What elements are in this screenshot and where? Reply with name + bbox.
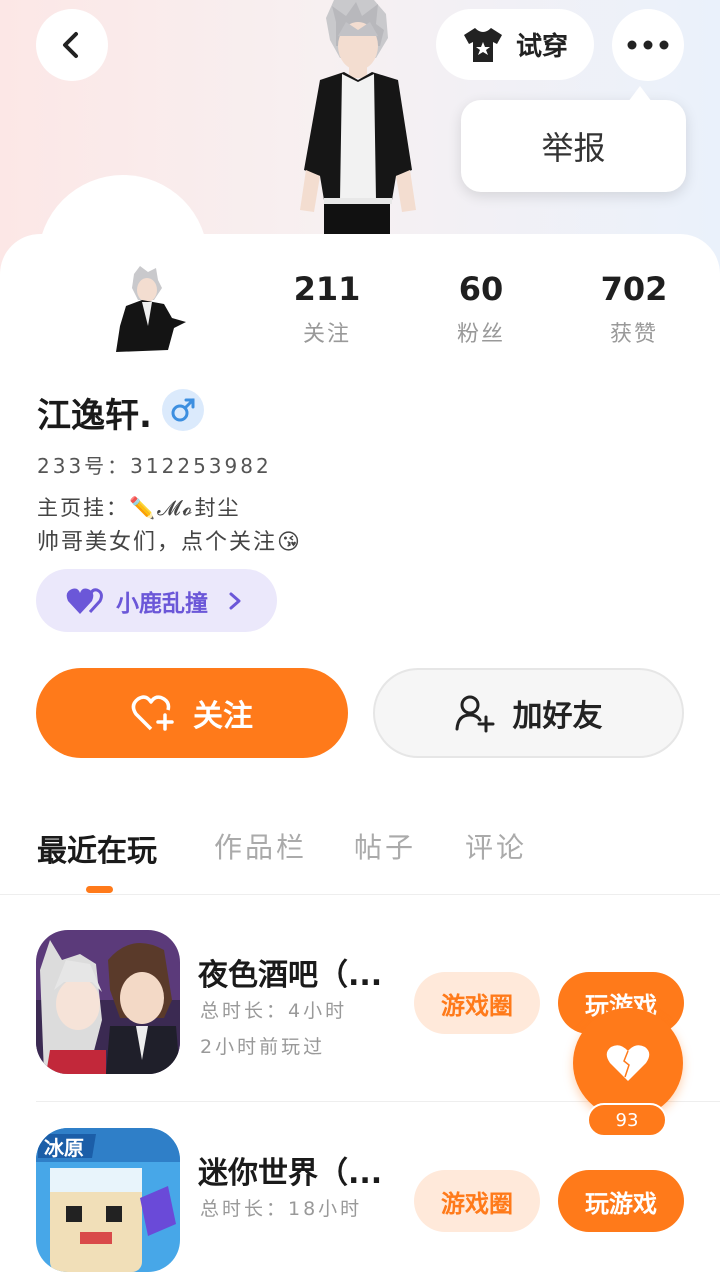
chevron-right-icon: [229, 592, 241, 609]
game-circle-button[interactable]: 游戏圈: [414, 1170, 540, 1232]
tab-posts[interactable]: 帖子: [354, 826, 416, 866]
report-label: 举报: [541, 129, 606, 167]
profile-tabs: 最近在玩 作品栏 帖子 评论: [0, 818, 720, 895]
chevron-left-icon: [63, 32, 78, 58]
stat-likes[interactable]: 702 获赞: [564, 270, 704, 348]
game-title: 迷你世界（...: [198, 1156, 383, 1191]
status-tag-label: 小鹿乱撞: [116, 590, 208, 617]
svg-text:冰原: 冰原: [44, 1136, 84, 1160]
add-user-icon: [455, 695, 494, 733]
heart-icon: [66, 587, 103, 614]
add-friend-button[interactable]: 加好友: [373, 668, 684, 758]
game-total-time: 总时长：4小时: [200, 1000, 348, 1022]
game-total-time: 总时长：18小时: [200, 1198, 363, 1220]
tshirt-icon: [463, 27, 502, 62]
like-fab-button[interactable]: [573, 1008, 683, 1118]
user-id: 233号：312253982: [37, 454, 272, 478]
tab-works[interactable]: 作品栏: [214, 826, 307, 866]
try-on-button[interactable]: 试穿: [436, 9, 594, 80]
stat-following[interactable]: 211 关注: [257, 270, 397, 348]
tab-recently-played[interactable]: 最近在玩: [37, 826, 157, 870]
bio-line-2: 帅哥美女们，点个关注😘: [37, 530, 302, 555]
stat-following-label: 关注: [302, 322, 351, 347]
follow-label: 关注: [193, 699, 253, 734]
tab-comments[interactable]: 评论: [465, 826, 527, 866]
active-tab-indicator: [86, 886, 113, 893]
like-count-badge: 93: [587, 1103, 667, 1137]
stat-likes-value: 702: [600, 270, 668, 308]
stat-followers[interactable]: 60 粉丝: [411, 270, 551, 348]
try-on-label: 试穿: [515, 32, 568, 62]
male-icon: [171, 398, 195, 422]
avatar-3d-character[interactable]: [296, 0, 420, 234]
game-last-played: 2小时前玩过: [200, 1036, 326, 1058]
stat-followers-value: 60: [458, 270, 504, 308]
status-tag[interactable]: 小鹿乱撞: [36, 569, 277, 632]
game-circle-button[interactable]: 游戏圈: [414, 972, 540, 1034]
back-button[interactable]: [36, 9, 108, 81]
bio-line-1: 主页挂：✏️𝓜𝓸封尘: [37, 496, 241, 520]
heart-icon: [606, 1045, 650, 1081]
profile-avatar[interactable]: [112, 266, 192, 356]
more-button[interactable]: [612, 9, 684, 81]
stat-likes-label: 获赞: [609, 322, 658, 347]
report-menu-item[interactable]: 举报: [461, 86, 686, 192]
stat-followers-label: 粉丝: [456, 322, 505, 347]
add-friend-label: 加好友: [512, 699, 603, 734]
more-dots-icon: [627, 40, 669, 50]
game-icon[interactable]: 冰原: [36, 1128, 180, 1272]
heart-plus-icon: [131, 695, 174, 731]
profile-name: 江逸轩.: [37, 396, 152, 436]
game-icon[interactable]: [36, 930, 180, 1074]
stat-following-value: 211: [293, 270, 361, 308]
game-title: 夜色酒吧（...: [198, 958, 383, 993]
follow-button[interactable]: 关注: [36, 668, 348, 758]
gender-badge: [162, 389, 204, 431]
play-game-button[interactable]: 玩游戏: [558, 1170, 684, 1232]
